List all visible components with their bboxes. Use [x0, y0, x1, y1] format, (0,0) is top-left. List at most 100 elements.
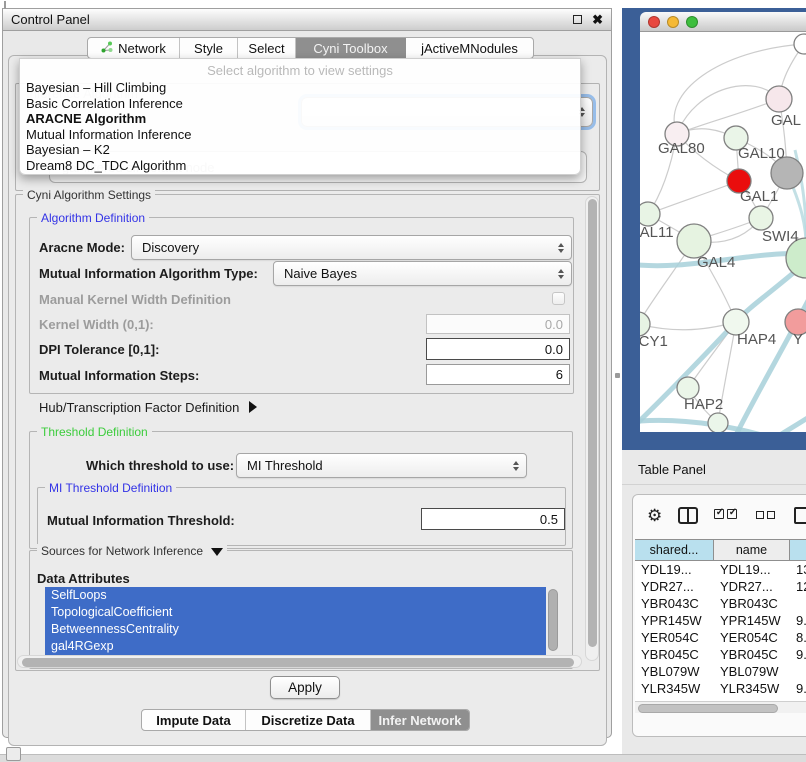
tab-network[interactable]: Network — [88, 38, 180, 58]
tab-jactivemnodules[interactable]: jActiveMNodules — [406, 38, 533, 58]
control-panel-title: Control Panel — [11, 12, 573, 27]
data-attributes-list[interactable]: SelfLoopsTopologicalCoefficientBetweenne… — [45, 587, 560, 663]
table-cell: YPR145W — [635, 612, 714, 629]
table-row[interactable]: YDR27...YDR27...12 — [635, 578, 806, 595]
mi-algorithm-type-combo[interactable]: Naive Bayes — [273, 261, 572, 286]
dpi-tolerance-input[interactable]: 0.0 — [426, 338, 570, 360]
network-node[interactable] — [640, 202, 660, 226]
mac-close-icon[interactable] — [648, 16, 660, 28]
network-canvas[interactable]: GALGAL80GAL10GAL1SWI4GAL11GAL4GCY1HAP4YH… — [640, 32, 806, 432]
dock-corner-button[interactable] — [6, 747, 21, 761]
table-cell: 12 — [790, 578, 806, 595]
mi-threshold-input[interactable]: 0.5 — [421, 508, 565, 530]
settings-vertical-scrollbar[interactable] — [585, 196, 599, 661]
data-attribute-item[interactable]: gal4RGexp — [45, 638, 546, 655]
algorithm-definition-label: Algorithm Definition — [37, 211, 149, 225]
mi-algorithm-type-value: Naive Bayes — [284, 266, 357, 281]
mi-steps-input[interactable]: 6 — [426, 364, 570, 385]
algorithm-option[interactable]: Mutual Information Inference — [26, 127, 574, 143]
horizontal-scroll-thumb[interactable] — [22, 658, 574, 667]
table-row[interactable]: YER054CYER054C8. — [635, 629, 806, 646]
mac-minimize-icon[interactable] — [667, 16, 679, 28]
network-window-titlebar — [640, 12, 806, 32]
node-label: GCY1 — [640, 333, 668, 350]
table-row[interactable]: YBR043CYBR043C — [635, 595, 806, 612]
table-row[interactable]: YBL079WYBL079W — [635, 663, 806, 680]
network-edge[interactable] — [677, 86, 779, 134]
kernel-width-input[interactable]: 0.0 — [426, 314, 570, 334]
column-header[interactable] — [790, 540, 806, 560]
new-table-icon[interactable] — [794, 507, 806, 524]
tab-discretize-data[interactable]: Discretize Data — [246, 710, 371, 730]
which-threshold-combo[interactable]: MI Threshold — [236, 453, 527, 478]
table-row[interactable]: YLR345WYLR345W9. — [635, 680, 806, 697]
attributes-scrollbar[interactable] — [548, 589, 558, 651]
column-header[interactable]: shared... — [635, 540, 714, 560]
mac-zoom-icon[interactable] — [686, 16, 698, 28]
sources-group-toggle[interactable]: Sources for Network Inference — [37, 544, 227, 558]
table-cell: YDR27... — [635, 578, 714, 595]
which-threshold-label: Which threshold to use: — [86, 458, 234, 473]
network-edge[interactable] — [640, 322, 736, 330]
table-cell: 9. — [790, 646, 806, 663]
table-row[interactable]: YPR145WYPR145W9. — [635, 612, 806, 629]
dock-notch — [4, 1, 6, 9]
restore-window-icon[interactable] — [573, 15, 582, 24]
splitter-handle[interactable] — [615, 373, 620, 378]
table-horizontal-scrollbar[interactable] — [635, 701, 806, 713]
cyni-algorithm-settings-label: Cyni Algorithm Settings — [23, 188, 155, 202]
combo-stepper-icon — [558, 243, 564, 253]
data-attribute-item[interactable]: SelfLoops — [45, 587, 546, 604]
bottom-panel-edge — [0, 754, 806, 762]
select-all-checks-icon[interactable] — [714, 506, 740, 524]
network-window: GALGAL80GAL10GAL1SWI4GAL11GAL4GCY1HAP4YH… — [640, 12, 806, 432]
algorithm-option[interactable]: Bayesian – Hill Climbing — [26, 80, 574, 96]
network-node[interactable] — [749, 206, 773, 230]
table-row[interactable]: YBR045CYBR045C9. — [635, 646, 806, 663]
algorithm-option[interactable]: Dream8 DC_TDC Algorithm — [26, 158, 574, 174]
node-label: GAL4 — [697, 254, 735, 271]
tab-label: Network — [118, 41, 166, 56]
close-window-icon[interactable]: ✖ — [592, 15, 603, 24]
columns-icon[interactable] — [678, 507, 698, 524]
algorithm-option[interactable]: Bayesian – K2 — [26, 142, 574, 158]
table-cell: YLR345W — [714, 680, 790, 697]
network-node[interactable] — [766, 86, 792, 112]
network-edge[interactable] — [760, 410, 806, 432]
column-header[interactable]: name — [714, 540, 790, 560]
manual-kernel-width-checkbox[interactable] — [552, 292, 565, 305]
network-icon — [101, 41, 113, 56]
aracne-mode-combo[interactable]: Discovery — [131, 235, 572, 260]
settings-horizontal-scrollbar[interactable] — [17, 655, 582, 668]
tab-infer-network[interactable]: Infer Network — [371, 710, 469, 730]
data-attributes-label: Data Attributes — [37, 571, 130, 586]
tab-cyni-toolbox[interactable]: Cyni Toolbox — [296, 38, 406, 58]
control-panel-window: Control Panel ✖ Network StyleSelectCyni T… — [2, 8, 612, 738]
table-scroll-thumb[interactable] — [638, 704, 778, 713]
data-attribute-item[interactable]: BetweennessCentrality — [45, 621, 546, 638]
tab-style[interactable]: Style — [180, 38, 238, 58]
data-attribute-item[interactable]: TopologicalCoefficient — [45, 604, 546, 621]
apply-button[interactable]: Apply — [270, 676, 340, 699]
table-cell: YDR27... — [714, 578, 790, 595]
aracne-mode-label: Aracne Mode: — [39, 240, 125, 255]
which-threshold-value: MI Threshold — [247, 458, 323, 473]
tab-select[interactable]: Select — [238, 38, 296, 58]
hub-definition-toggle[interactable]: Hub/Transcription Factor Definition — [39, 400, 257, 415]
deselect-all-icon[interactable] — [756, 506, 778, 524]
algorithm-option[interactable]: ARACNE Algorithm — [26, 111, 574, 127]
network-graph: GALGAL80GAL10GAL1SWI4GAL11GAL4GCY1HAP4YH… — [640, 32, 806, 432]
algorithm-option[interactable]: Basic Correlation Inference — [26, 96, 574, 112]
network-edge[interactable] — [648, 181, 739, 214]
network-node[interactable] — [794, 34, 806, 54]
network-node[interactable] — [677, 224, 711, 258]
table-row[interactable]: YDL19...YDL19...13 — [635, 561, 806, 578]
control-panel-tab-bar: Network StyleSelectCyni ToolboxjActiveMNo… — [87, 37, 534, 59]
vertical-scroll-thumb[interactable] — [588, 199, 597, 647]
tab-impute-data[interactable]: Impute Data — [142, 710, 246, 730]
network-node[interactable] — [708, 413, 728, 432]
screenshot-root: Control Panel ✖ Network StyleSelectCyni T… — [0, 0, 806, 762]
gear-icon[interactable]: ⚙ — [647, 507, 662, 524]
table-cell: YDL19... — [714, 561, 790, 578]
hub-definition-label: Hub/Transcription Factor Definition — [39, 400, 239, 415]
